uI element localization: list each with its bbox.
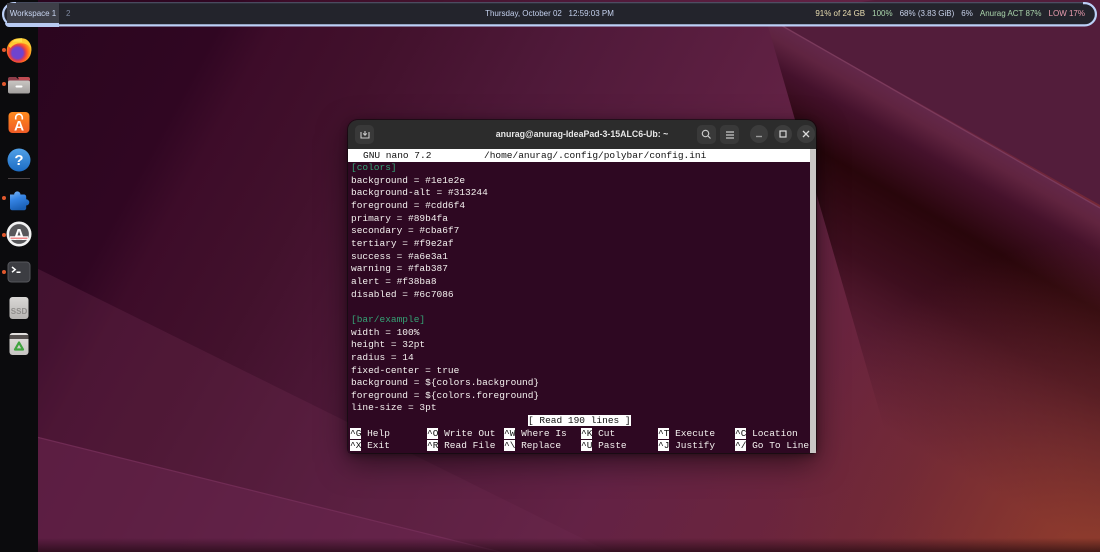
- svg-text:A: A: [13, 227, 25, 244]
- svg-text:?: ?: [14, 152, 23, 169]
- svg-text:SSD: SSD: [11, 307, 28, 316]
- svg-text:A: A: [14, 118, 24, 134]
